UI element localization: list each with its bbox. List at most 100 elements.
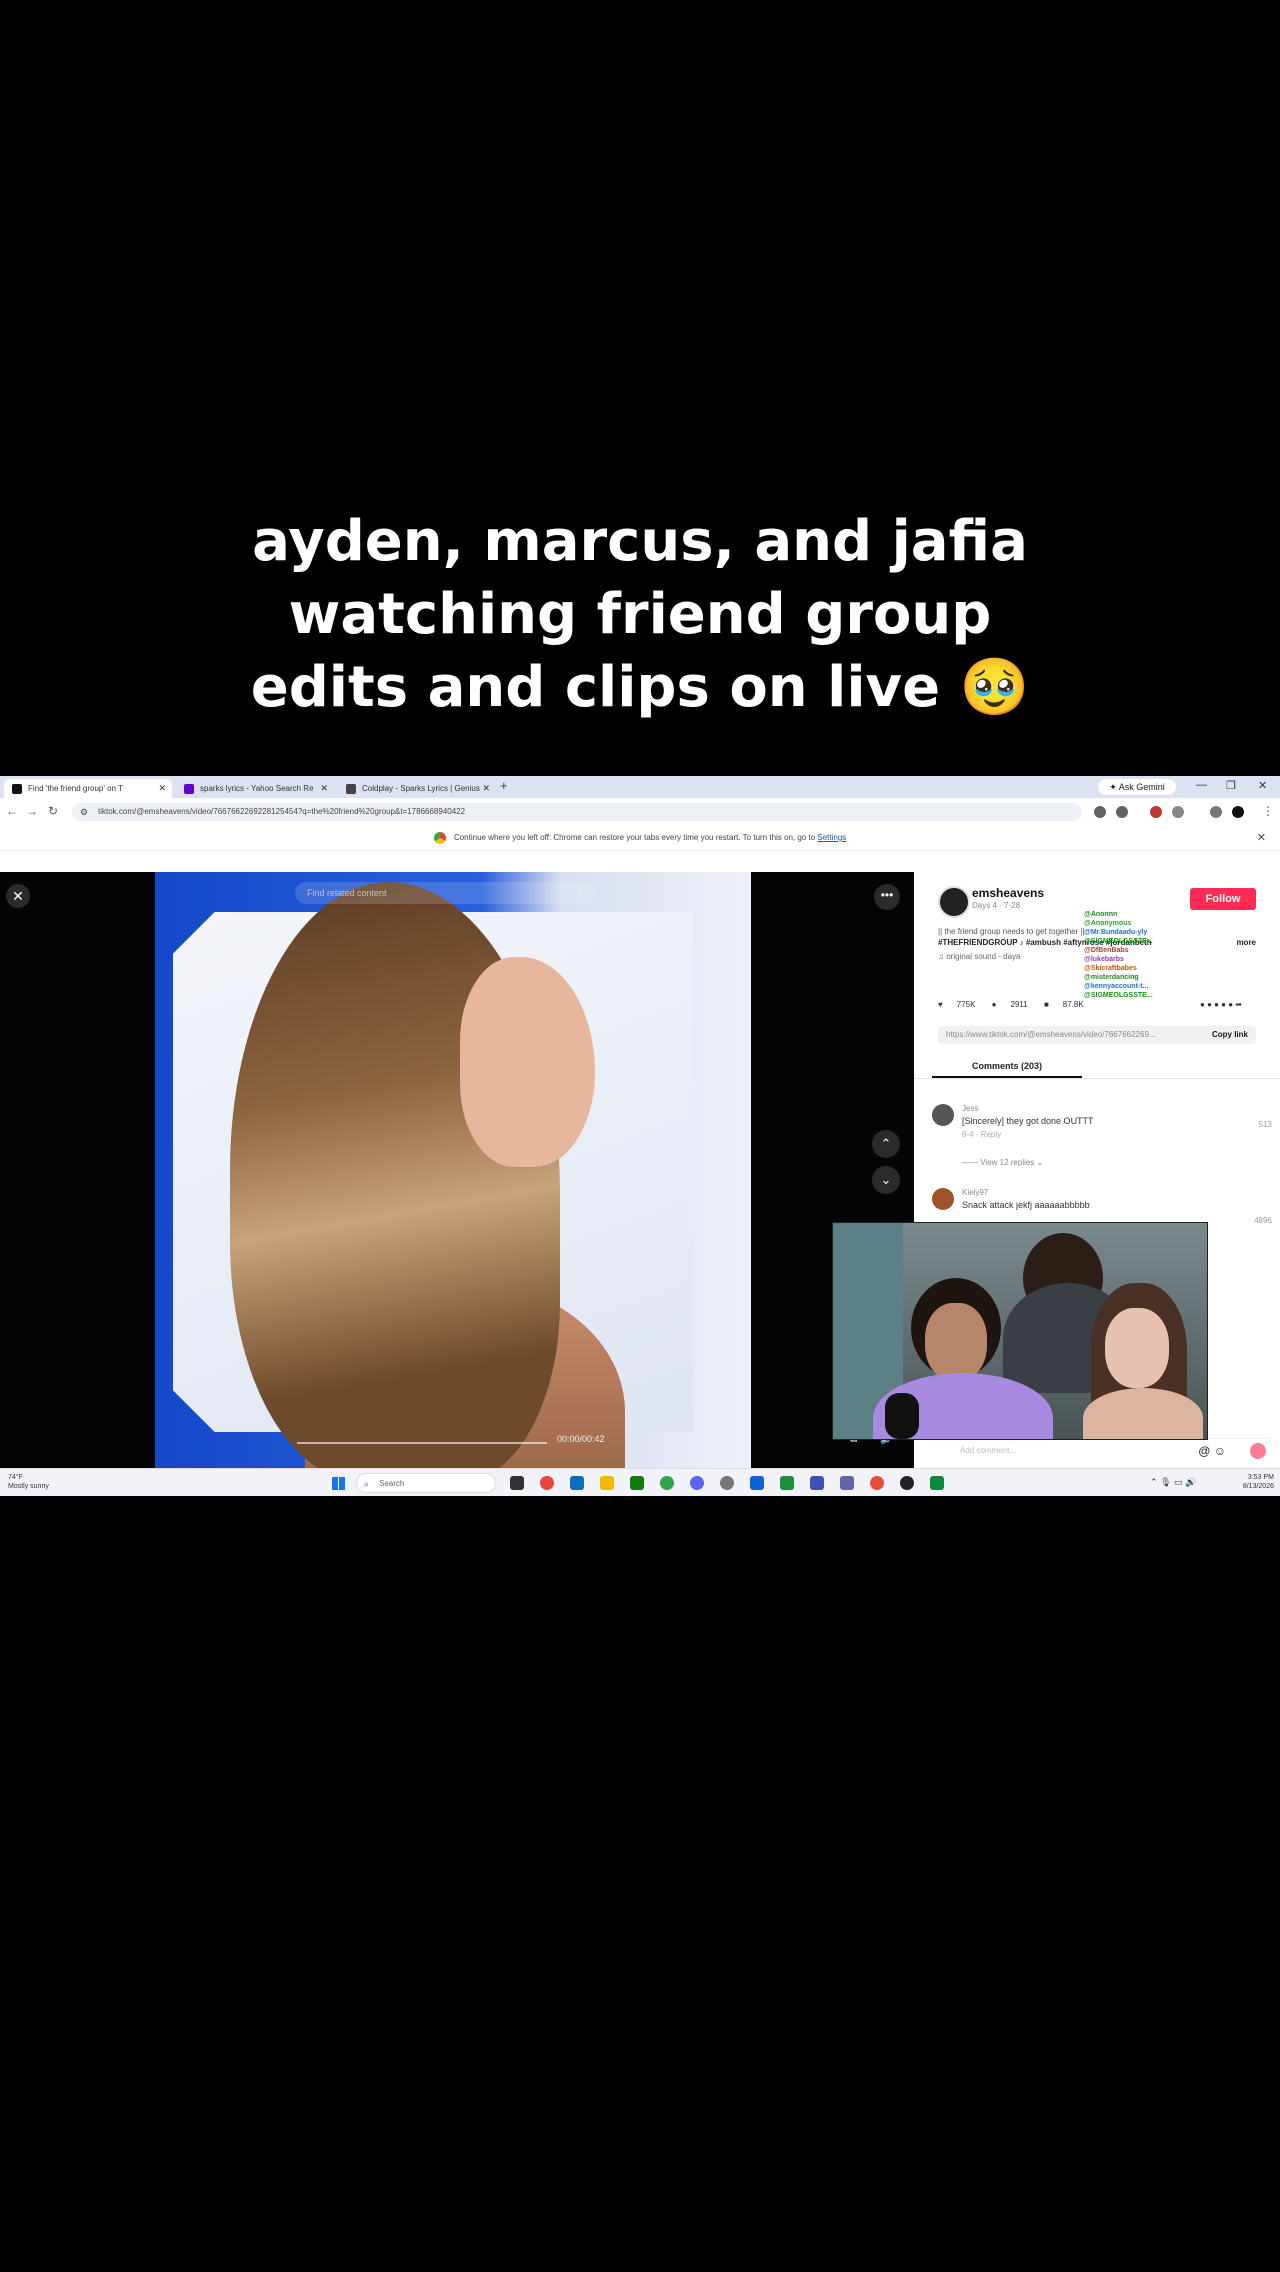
next-video-icon[interactable]: ⌄ (872, 1166, 900, 1194)
creator-avatar[interactable] (938, 886, 970, 918)
discord-icon[interactable] (690, 1476, 704, 1490)
commenter-name[interactable]: Kiely97 (962, 1188, 988, 1197)
comments-tab[interactable]: Comments (203) (932, 1056, 1082, 1078)
taskbar-search-label: Search (379, 1479, 405, 1488)
divider (914, 1078, 1280, 1079)
close-video-icon[interactable]: ✕ (6, 884, 30, 908)
chrome-logo-icon (433, 831, 446, 844)
copy-link-button[interactable]: Copy link (1212, 1026, 1248, 1044)
find-related-search[interactable]: Find related content ⌕ (295, 882, 595, 904)
search-icon: ⌕ (364, 1479, 370, 1489)
heart-icon[interactable]: ♥ (938, 1000, 943, 1009)
weather-widget[interactable]: 74°F Mostly sunny (8, 1473, 49, 1491)
likes-count: 775K (956, 1000, 976, 1009)
download-icon[interactable] (1210, 806, 1222, 818)
follow-button[interactable]: Follow (1190, 888, 1256, 910)
restore-text: Continue where you left off: Chrome can … (453, 833, 816, 842)
caption-line-3: edits and clips on live 🥹 (250, 655, 1030, 720)
chat-message: @Mr.Bundaadu-yly (1084, 929, 1148, 936)
url-text: tiktok.com/@emsheavens/video/76676622692… (98, 807, 466, 816)
windows-taskbar: 74°F Mostly sunny ⌕ Search ⌃ 🎙 ▭ 🔊 3:53 … (0, 1468, 1280, 1496)
app-icon[interactable] (870, 1476, 884, 1490)
mention-emoji-icons[interactable]: @ ☺ (1198, 1439, 1226, 1463)
search-icon[interactable]: ⌕ (578, 882, 583, 904)
description-text: || the friend group needs to get togethe… (938, 927, 1085, 936)
video-timecode: 00:00/00:42 (557, 1434, 605, 1444)
caption-line-2: watching friend group (288, 582, 992, 647)
sound-link[interactable]: ♫ original sound - daya (938, 952, 1021, 961)
share-icons[interactable]: ● ● ● ● ● ➦ (1200, 1000, 1242, 1009)
reload-icon[interactable]: ↻ (48, 804, 58, 818)
more-link[interactable]: more (1236, 937, 1256, 948)
edge-icon[interactable] (750, 1476, 764, 1490)
chrome-icon[interactable] (540, 1476, 554, 1490)
video-progress-bar[interactable] (297, 1442, 547, 1444)
commenter-avatar[interactable] (932, 1188, 954, 1210)
more-options-icon[interactable]: ••• (874, 884, 900, 910)
comment-text: Snack attack jekfj aaaaaabbbbb (962, 1200, 1090, 1210)
video-frame[interactable]: Find related content ⌕ 00:00/00:42 (155, 872, 751, 1468)
chat-message: @misterdancing (1084, 974, 1139, 981)
comment-likes[interactable]: 4896 (1254, 1216, 1272, 1225)
commenter-name[interactable]: Jess (962, 1104, 978, 1113)
tab-label: Find 'the friend group' on T (28, 784, 123, 793)
profile-avatar[interactable] (1232, 806, 1244, 818)
live-chat-overlay: @Anonnn @Anonymous @Mr.Bundaadu-yly @SIGMEO… (1084, 910, 1180, 1000)
site-info-icon[interactable]: ⚙ (80, 803, 88, 821)
add-comment-field[interactable]: Add comment... @ ☺ (924, 1438, 1270, 1462)
extension-icon[interactable] (1150, 806, 1162, 818)
terminal-icon[interactable] (930, 1476, 944, 1490)
share-link-box: https://www.tiktok.com/@emsheavens/video… (938, 1026, 1256, 1044)
extensions-puzzle-icon[interactable] (1172, 806, 1184, 818)
commenter-avatar[interactable] (932, 1104, 954, 1126)
obs-icon[interactable] (900, 1476, 914, 1490)
tab-yahoo[interactable]: sparks lyrics - Yahoo Search Re ✕ (176, 779, 334, 798)
comment-likes[interactable]: 513 (1259, 1120, 1272, 1129)
creator-username[interactable]: emsheavens (972, 886, 1044, 900)
genius-favicon-icon (346, 784, 356, 794)
person-right-face (1105, 1308, 1169, 1388)
microphone-icon (885, 1393, 919, 1439)
tab-genius[interactable]: Coldplay - Sparks Lyrics | Genius ✕ (338, 779, 496, 798)
taskbar-search[interactable]: ⌕ Search (356, 1473, 496, 1493)
banner-close-icon[interactable]: ✕ (1257, 826, 1266, 850)
restore-tabs-banner: Continue where you left off: Chrome can … (0, 826, 1280, 851)
xbox-icon[interactable] (630, 1476, 644, 1490)
back-icon[interactable]: ← (6, 804, 18, 818)
task-view-icon[interactable] (510, 1476, 524, 1490)
app-icon[interactable] (660, 1476, 674, 1490)
tab-close-icon[interactable]: ✕ (158, 779, 166, 798)
bookmark-star-icon[interactable] (1116, 806, 1128, 818)
post-meta: Days 4 · 7-28 (972, 901, 1021, 910)
new-tab-button[interactable]: + (500, 778, 508, 793)
menu-kebab-icon[interactable]: ⋮ (1262, 804, 1274, 818)
window-close-icon[interactable]: ✕ (1258, 779, 1267, 792)
system-tray-icons[interactable]: ⌃ 🎙 ▭ 🔊 (1150, 1477, 1196, 1488)
photos-icon[interactable] (810, 1476, 824, 1490)
file-explorer-icon[interactable] (600, 1476, 614, 1490)
system-clock[interactable]: 3:53 PM 8/13/2026 (1226, 1473, 1274, 1491)
comment-icon[interactable]: ● (992, 1000, 997, 1009)
cast-icon[interactable] (1094, 806, 1106, 818)
settings-link[interactable]: Settings (817, 833, 846, 842)
yahoo-favicon-icon (184, 784, 194, 794)
settings-gear-icon[interactable] (720, 1476, 734, 1490)
tab-close-icon[interactable]: ✕ (482, 779, 490, 798)
previous-video-icon[interactable]: ⌃ (872, 1130, 900, 1158)
clock-time: 3:53 PM (1247, 1474, 1274, 1481)
tab-tiktok[interactable]: Find 'the friend group' on T ✕ (4, 779, 172, 798)
minimize-icon[interactable]: — (1196, 779, 1207, 791)
teams-icon[interactable] (840, 1476, 854, 1490)
forward-icon[interactable]: → (26, 804, 38, 818)
view-replies-link[interactable]: —— View 12 replies ⌄ (962, 1158, 1043, 1167)
tab-close-icon[interactable]: ✕ (320, 779, 328, 798)
bookmark-icon[interactable]: ■ (1044, 1000, 1049, 1009)
windows-start-icon[interactable] (332, 1477, 345, 1490)
spreadsheet-icon[interactable] (780, 1476, 794, 1490)
maximize-icon[interactable]: ❐ (1226, 779, 1236, 792)
url-field[interactable]: ⚙ tiktok.com/@emsheavens/video/766766226… (72, 803, 1082, 821)
ask-gemini-button[interactable]: ✦ Ask Gemini (1098, 779, 1176, 795)
engagement-stats: ♥ 775K ● 2911 ■ 87.8K ● ● ● ● ● ➦ (938, 1000, 1256, 1014)
mail-icon[interactable] (570, 1476, 584, 1490)
post-comment-icon[interactable] (1250, 1443, 1266, 1459)
